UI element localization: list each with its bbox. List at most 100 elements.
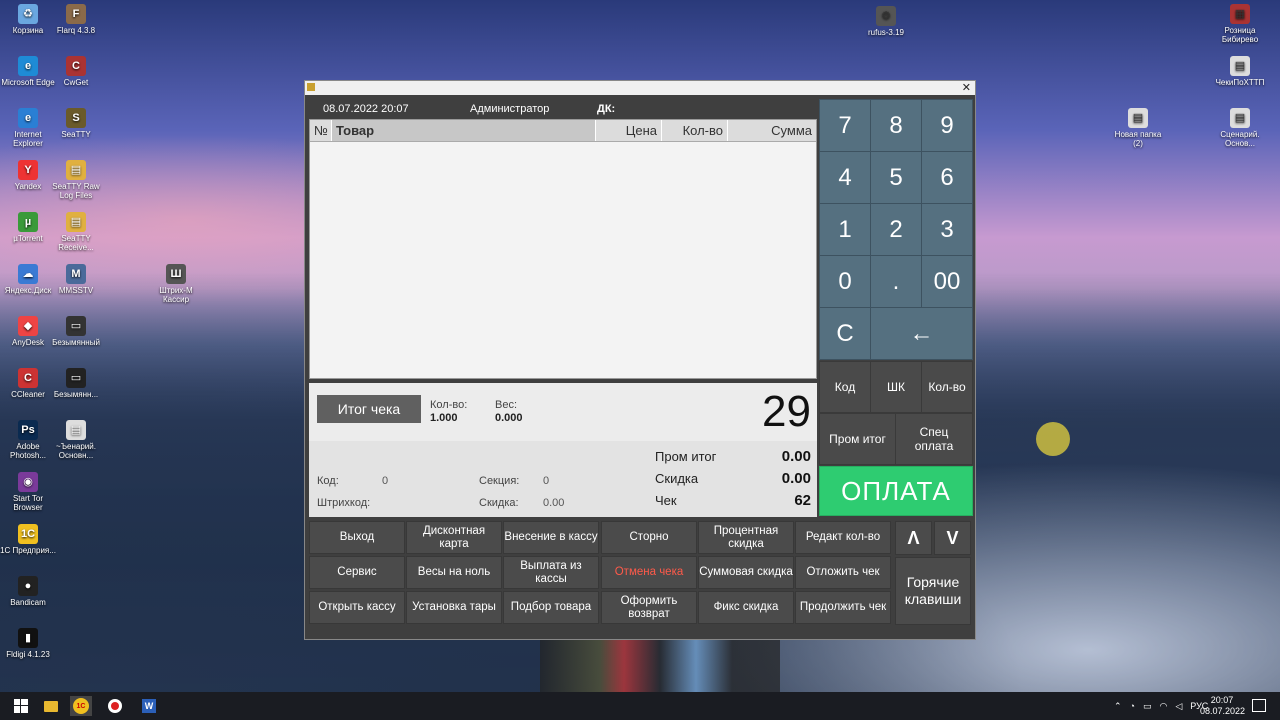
- desktop-shortcut-label: Flarq 4.3.8: [56, 26, 96, 35]
- section-label: Секция:: [479, 475, 520, 487]
- special-pay-button[interactable]: Спец оплата: [895, 413, 973, 465]
- set-tare-button[interactable]: Установка тары: [406, 591, 502, 624]
- hotkeys-button[interactable]: Горячие клавиши: [895, 557, 971, 625]
- desktop-shortcut[interactable]: ▦ Розница Бибирево: [1212, 4, 1268, 44]
- open-register-button[interactable]: Открыть кассу: [309, 591, 405, 624]
- clock[interactable]: 20:07 08.07.2022: [1200, 695, 1245, 717]
- desktop-shortcut[interactable]: ▤ ~Ъенарий. Основн...: [48, 420, 104, 460]
- fixed-discount-button[interactable]: Фикс скидка: [698, 591, 794, 624]
- desktop-shortcut[interactable]: F Flarq 4.3.8: [48, 4, 104, 35]
- product-select-button[interactable]: Подбор товара: [503, 591, 599, 624]
- cash-out-button[interactable]: Выплата из кассы: [503, 556, 599, 589]
- pay-button[interactable]: ОПЛАТА: [819, 466, 973, 516]
- desktop-shortcut[interactable]: ▭ Безымянн...: [48, 368, 104, 399]
- sum-discount-button[interactable]: Суммовая скидка: [698, 556, 794, 589]
- key-2[interactable]: 2: [870, 203, 922, 256]
- key-9[interactable]: 9: [921, 99, 973, 152]
- itog-button[interactable]: Итог чека: [317, 395, 421, 423]
- receipt-table[interactable]: № Товар Цена Кол-во Сумма: [309, 119, 817, 379]
- desktop-shortcut[interactable]: M MMSSTV: [48, 264, 104, 295]
- close-icon[interactable]: ✕: [962, 81, 971, 95]
- desktop-shortcut-label: SeaTTY Raw Log Files: [52, 182, 100, 200]
- word-taskbar-icon[interactable]: W: [138, 696, 160, 716]
- up-arrow-button[interactable]: Λ: [895, 521, 932, 555]
- key-dot[interactable]: .: [870, 255, 922, 308]
- key-clear[interactable]: C: [819, 307, 871, 360]
- display-icon[interactable]: ▭: [1143, 701, 1152, 712]
- desktop-shortcut[interactable]: ◉ Start Tor Browser: [0, 472, 56, 512]
- continue-check-button[interactable]: Продолжить чек: [795, 591, 891, 624]
- service-button[interactable]: Сервис: [309, 556, 405, 589]
- key-backspace[interactable]: ←: [870, 307, 973, 360]
- start-button[interactable]: [10, 696, 32, 716]
- desktop-shortcut-label: Fldigi 4.1.23: [6, 650, 50, 659]
- folder-icon: ▤: [66, 212, 86, 232]
- postpone-check-button[interactable]: Отложить чек: [795, 556, 891, 589]
- subtotal-button[interactable]: Пром итог: [819, 413, 896, 465]
- key-6[interactable]: 6: [921, 151, 973, 204]
- desktop-shortcut[interactable]: ▭ Безымянный: [48, 316, 104, 347]
- ccleaner-icon: C: [18, 368, 38, 388]
- explorer-taskbar-icon[interactable]: [40, 696, 62, 716]
- code-button[interactable]: Код: [819, 361, 871, 413]
- folder-icon: ▤: [66, 160, 86, 180]
- desktop-shortcut-label: ЧекиПоХТТП: [1215, 78, 1265, 87]
- 1c-taskbar-icon[interactable]: 1С: [70, 696, 92, 716]
- wifi-icon[interactable]: ◠: [1160, 701, 1168, 712]
- col-no: №: [310, 120, 332, 141]
- desktop-shortcut-label: Bandicam: [10, 598, 46, 607]
- edit-qty-button[interactable]: Редакт кол-во: [795, 521, 891, 554]
- bandicam-taskbar-icon[interactable]: [104, 696, 126, 716]
- flarq-icon: F: [66, 4, 86, 24]
- key-8[interactable]: 8: [870, 99, 922, 152]
- section-value: 0: [543, 475, 550, 487]
- key-5[interactable]: 5: [870, 151, 922, 204]
- recycle-bin-icon: ♻: [18, 4, 38, 24]
- scale-zero-button[interactable]: Весы на ноль: [406, 556, 502, 589]
- table-header: № Товар Цена Кол-во Сумма: [310, 120, 816, 142]
- chevron-up-icon[interactable]: ⌃: [1114, 701, 1122, 712]
- desktop-shortcut[interactable]: S SeaTTY: [48, 108, 104, 139]
- col-qty: Кол-во: [662, 120, 728, 141]
- tor-icon: ◉: [18, 472, 38, 492]
- key-00[interactable]: 00: [921, 255, 973, 308]
- desktop-shortcut[interactable]: ▤ Новая папка (2): [1110, 108, 1166, 148]
- key-0[interactable]: 0: [819, 255, 871, 308]
- desktop-shortcut[interactable]: ▤ Сценарий. Основ...: [1212, 108, 1268, 148]
- utorrent-icon: µ: [18, 212, 38, 232]
- qty-value: 1.000: [430, 412, 458, 424]
- desktop-shortcut[interactable]: Ш Штрих-М Кассир: [148, 264, 204, 304]
- qty-button[interactable]: Кол-во: [921, 361, 973, 413]
- discount-card-button[interactable]: Дисконтная карта: [406, 521, 502, 554]
- desktop-shortcut[interactable]: 1С 1С Предприя...: [0, 524, 56, 555]
- subtotal-value: 0.00: [781, 448, 811, 465]
- desktop-shortcut[interactable]: ⚙ rufus-3.19: [858, 6, 914, 37]
- cash-in-button[interactable]: Внесение в кассу: [503, 521, 599, 554]
- weight-value: 0.000: [495, 412, 523, 424]
- make-return-button[interactable]: Оформить возврат: [601, 591, 697, 624]
- key-3[interactable]: 3: [921, 203, 973, 256]
- key-1[interactable]: 1: [819, 203, 871, 256]
- cancel-check-button[interactable]: Отмена чека: [601, 556, 697, 589]
- desktop-shortcut[interactable]: C CwGet: [48, 56, 104, 87]
- seatty-icon: S: [66, 108, 86, 128]
- notifications-icon[interactable]: [1252, 699, 1266, 712]
- key-7[interactable]: 7: [819, 99, 871, 152]
- desktop-shortcut-label: Розница Бибирево: [1221, 26, 1259, 44]
- key-4[interactable]: 4: [819, 151, 871, 204]
- doc-icon: ▤: [1230, 108, 1250, 128]
- network-icon[interactable]: ◔: [1130, 701, 1135, 711]
- storno-button[interactable]: Сторно: [601, 521, 697, 554]
- desktop-shortcut[interactable]: ▤ ЧекиПоХТТП: [1212, 56, 1268, 87]
- volume-icon[interactable]: ◁: [1175, 701, 1182, 712]
- down-arrow-button[interactable]: V: [934, 521, 971, 555]
- desktop-shortcut[interactable]: ▮ Fldigi 4.1.23: [0, 628, 56, 659]
- desktop-shortcut[interactable]: ▤ SeaTTY Receive...: [48, 212, 104, 252]
- desktop-shortcut[interactable]: ● Bandicam: [0, 576, 56, 607]
- barcode-button[interactable]: ШК: [870, 361, 922, 413]
- doc-icon: ▤: [66, 420, 86, 440]
- desktop-shortcut[interactable]: ▤ SeaTTY Raw Log Files: [48, 160, 104, 200]
- desktop-shortcut-label: MMSSTV: [58, 286, 94, 295]
- exit-button[interactable]: Выход: [309, 521, 405, 554]
- percent-discount-button[interactable]: Процентная скидка: [698, 521, 794, 554]
